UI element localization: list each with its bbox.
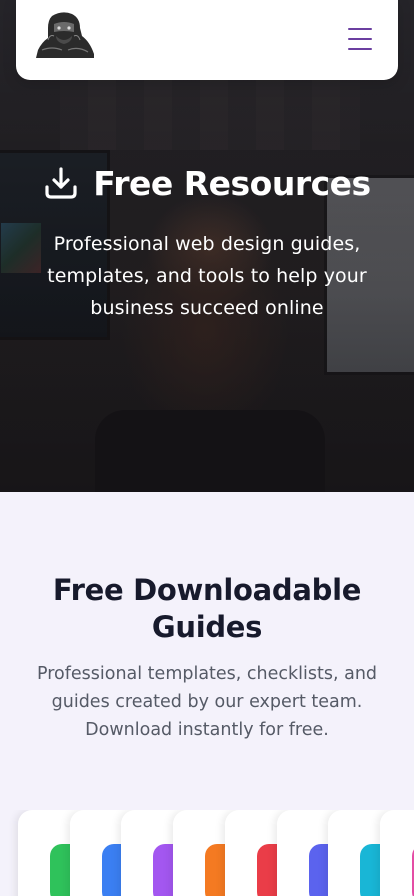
- section-subtitle: Professional templates, checklists, and …: [36, 664, 378, 740]
- download-icon: [45, 167, 77, 199]
- page-title: Free Resources: [93, 163, 371, 203]
- hamburger-menu-icon[interactable]: [348, 28, 372, 50]
- hero-title-row: Free Resources: [0, 160, 414, 206]
- hero-subtitle: Professional web design guides, template…: [47, 233, 367, 319]
- site-header: [16, 0, 398, 80]
- guide-card-carousel: [0, 810, 414, 896]
- gorilla-logo-icon[interactable]: [32, 10, 96, 60]
- guide-card[interactable]: [379, 810, 414, 896]
- section-title: Free Downloadable Guides: [52, 573, 362, 644]
- guides-section: Free Downloadable Guides Professional te…: [0, 492, 414, 896]
